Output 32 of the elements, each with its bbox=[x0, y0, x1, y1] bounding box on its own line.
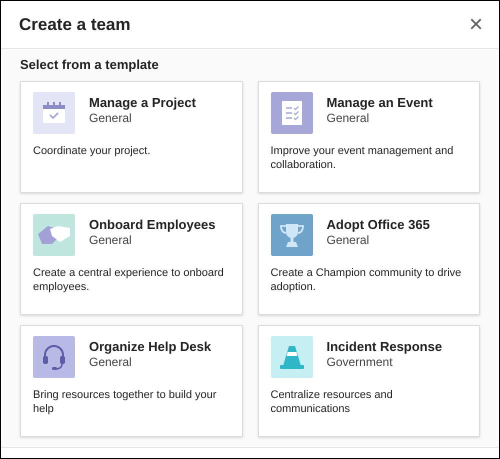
template-card[interactable]: Adopt Office 365 General Create a Champion community to drive adoption. bbox=[258, 203, 480, 315]
template-title: Incident Response bbox=[326, 338, 442, 355]
section-heading: Select from a template bbox=[20, 56, 159, 74]
template-card[interactable]: Onboard Employees General Create a central experience to onboard employees. bbox=[20, 203, 242, 315]
template-category: General bbox=[326, 233, 370, 248]
template-card[interactable]: Incident Response Government Centralize resources and communications bbox=[258, 325, 480, 437]
template-description: Coordinate your project. bbox=[33, 144, 152, 158]
template-description: Bring resources together to build your help bbox=[33, 388, 218, 416]
template-description: Centralize resources and communications bbox=[270, 388, 394, 416]
template-category: General bbox=[326, 111, 370, 126]
template-card[interactable]: Manage an Event General Improve your event management and collaboration. bbox=[258, 81, 480, 193]
template-title: Adopt Office 365 bbox=[326, 216, 430, 233]
template-description: Create a central experience to onboard employees. bbox=[33, 266, 225, 294]
close-button[interactable]: × bbox=[464, 12, 487, 36]
template-category: Government bbox=[326, 355, 394, 370]
template-title: Onboard Employees bbox=[89, 216, 216, 233]
template-title: Manage a Project bbox=[89, 94, 196, 111]
template-description: Create a Champion community to drive adoption. bbox=[270, 266, 462, 294]
calendar-icon bbox=[33, 92, 75, 134]
dialog-title: Create a team bbox=[19, 14, 131, 36]
template-description: Improve your event management and collaboration. bbox=[270, 144, 454, 172]
template-category: General bbox=[89, 233, 133, 248]
headset-icon bbox=[33, 336, 75, 378]
template-card[interactable]: Manage a Project General Coordinate your project. bbox=[20, 81, 242, 193]
trophy-icon bbox=[270, 214, 312, 256]
template-card[interactable]: Organize Help Desk General Bring resources together to build your help bbox=[20, 325, 242, 437]
template-category: General bbox=[89, 355, 133, 370]
checklist-icon bbox=[270, 92, 312, 134]
template-title: Organize Help Desk bbox=[89, 338, 212, 355]
template-category: General bbox=[89, 111, 133, 126]
template-title: Manage an Event bbox=[326, 94, 433, 111]
cone-icon bbox=[270, 336, 312, 378]
